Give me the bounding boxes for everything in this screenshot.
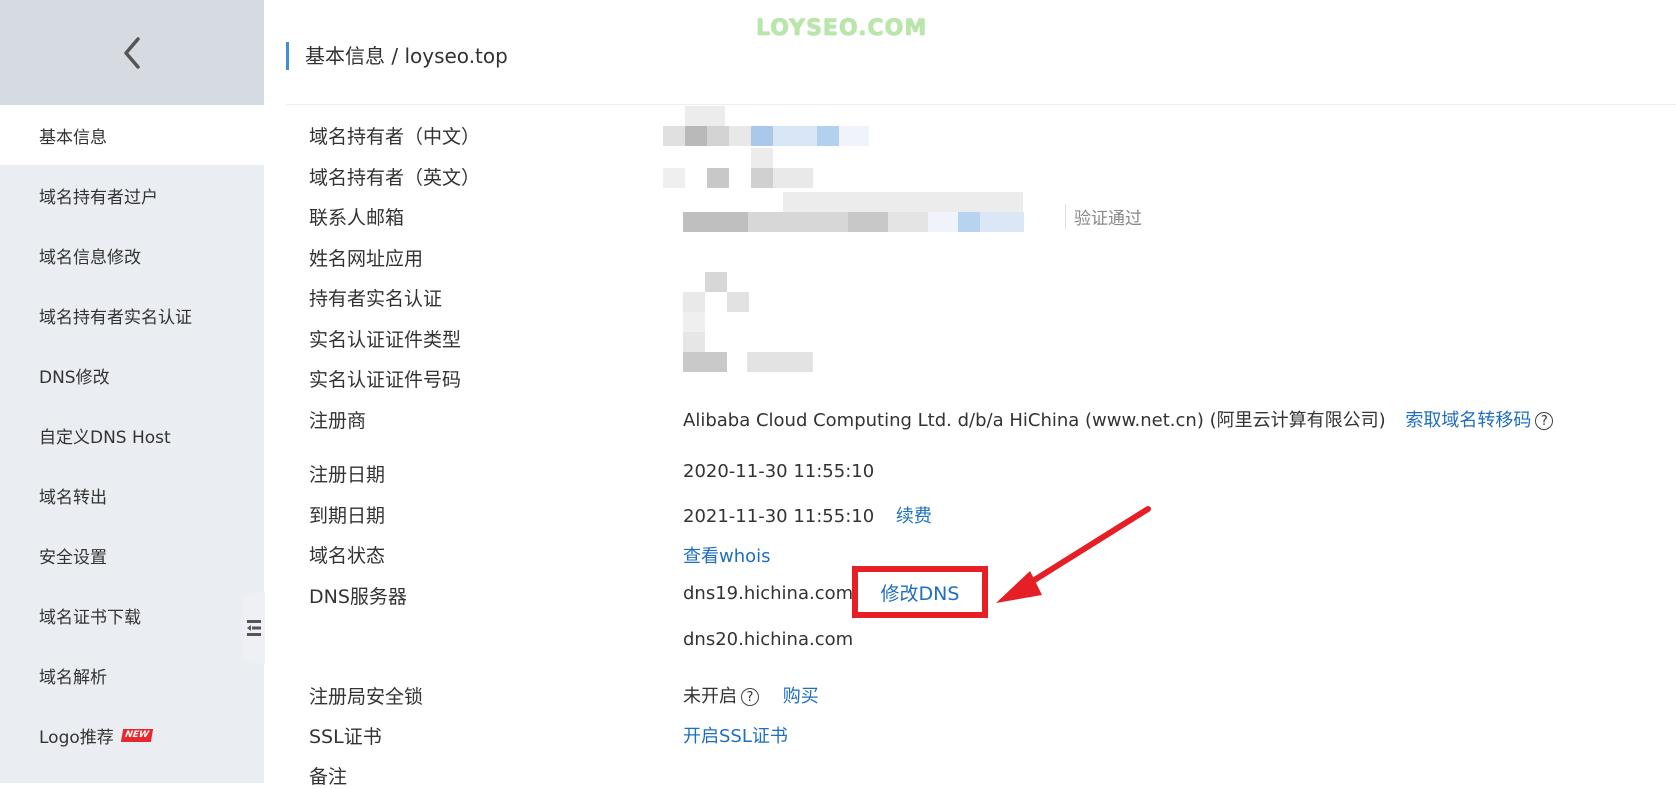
dns-label: DNS服务器 xyxy=(309,586,407,608)
registrar-label: 注册商 xyxy=(309,410,367,432)
lock-value: 未开启 xyxy=(683,686,737,707)
buy-link[interactable]: 购买 xyxy=(783,686,819,707)
sidebar-item-label: 域名解析 xyxy=(39,667,107,688)
sidebar-collapse-handle[interactable] xyxy=(243,592,265,664)
collapse-icon xyxy=(247,620,261,636)
modify-dns-label: 修改DNS xyxy=(880,582,960,605)
cert-no-label: 实名认证证件号码 xyxy=(309,369,462,391)
transfer-code-link[interactable]: 索取域名转移码 xyxy=(1405,410,1531,431)
lock-label: 注册局安全锁 xyxy=(309,686,424,708)
dns1-value: dns19.hichina.com xyxy=(683,583,854,604)
lock-row: 未开启? 购买 xyxy=(683,682,819,708)
sidebar-item-realname[interactable]: 域名持有者实名认证 xyxy=(0,285,264,345)
sidebar-item-security[interactable]: 安全设置 xyxy=(0,525,264,585)
new-badge: NEW xyxy=(120,728,153,742)
email-verified-status: 验证通过 xyxy=(1065,204,1142,229)
sidebar-item-dns-resolve[interactable]: 域名解析 xyxy=(0,645,264,705)
sidebar-item-info-modify[interactable]: 域名信息修改 xyxy=(0,225,264,285)
header-divider xyxy=(286,104,1676,105)
sidebar-item-cert-download[interactable]: 域名证书下载 xyxy=(0,585,264,645)
back-button[interactable] xyxy=(0,0,264,105)
reg-date-value: 2020-11-30 11:55:10 xyxy=(683,461,875,482)
sidebar-item-owner-transfer[interactable]: 域名持有者过户 xyxy=(0,165,264,225)
sidebar-item-label: Logo推荐 xyxy=(39,727,114,748)
owner-en-label: 域名持有者（英文） xyxy=(309,167,481,189)
status-label: 域名状态 xyxy=(309,545,386,567)
sidebar-item-label: 自定义DNS Host xyxy=(39,427,171,448)
exp-date-row: 2021-11-30 11:55:10 续费 xyxy=(683,502,932,528)
sidebar-item-label: 域名证书下载 xyxy=(39,607,141,628)
help-icon[interactable]: ? xyxy=(1535,412,1554,430)
sidebar-item-label: 域名持有者实名认证 xyxy=(39,307,192,328)
help-icon[interactable]: ? xyxy=(741,688,759,706)
sidebar-item-label: 域名信息修改 xyxy=(39,247,141,268)
ssl-link[interactable]: 开启SSL证书 xyxy=(683,722,788,748)
sidebar-item-logo[interactable]: Logo推荐 NEW xyxy=(0,705,264,765)
whois-link[interactable]: 查看whois xyxy=(683,542,771,568)
sidebar-item-dns-modify[interactable]: DNS修改 xyxy=(0,345,264,405)
renew-link[interactable]: 续费 xyxy=(896,506,932,527)
chevron-left-icon xyxy=(124,36,140,69)
owner-cn-label: 域名持有者（中文） xyxy=(309,126,481,148)
name-url-label: 姓名网址应用 xyxy=(309,248,424,270)
sidebar-item-label: 域名持有者过户 xyxy=(39,187,158,208)
sidebar-item-basic-info[interactable]: 基本信息 xyxy=(0,105,264,165)
sidebar-item-custom-dns-host[interactable]: 自定义DNS Host xyxy=(0,405,264,465)
watermark: LOYSEO.COM xyxy=(756,16,928,41)
red-arrow-annotation xyxy=(996,506,1151,603)
ssl-label: SSL证书 xyxy=(309,726,382,748)
registrar-row: Alibaba Cloud Computing Ltd. d/b/a HiChi… xyxy=(683,406,1554,432)
exp-date-label: 到期日期 xyxy=(309,505,386,527)
sidebar-item-label: DNS修改 xyxy=(39,367,110,388)
email-label: 联系人邮箱 xyxy=(309,207,405,229)
sidebar-item-transfer-out[interactable]: 域名转出 xyxy=(0,465,264,525)
sidebar: 基本信息 域名持有者过户 域名信息修改 域名持有者实名认证 DNS修改 自定义D… xyxy=(0,0,265,783)
exp-date-value: 2021-11-30 11:55:10 xyxy=(683,506,875,527)
sidebar-item-label: 安全设置 xyxy=(39,547,107,568)
reg-date-label: 注册日期 xyxy=(309,464,386,486)
sidebar-item-label: 基本信息 xyxy=(39,127,107,148)
dns2-value: dns20.hichina.com xyxy=(683,629,854,650)
remark-label: 备注 xyxy=(309,766,348,788)
registrar-value: Alibaba Cloud Computing Ltd. d/b/a HiChi… xyxy=(683,410,1386,431)
breadcrumb: 基本信息 / loyseo.top xyxy=(286,42,508,70)
modify-dns-button[interactable]: 修改DNS xyxy=(852,566,988,618)
realname-label: 持有者实名认证 xyxy=(309,288,443,310)
sidebar-item-label: 域名转出 xyxy=(39,487,107,508)
cert-type-label: 实名认证证件类型 xyxy=(309,329,462,351)
